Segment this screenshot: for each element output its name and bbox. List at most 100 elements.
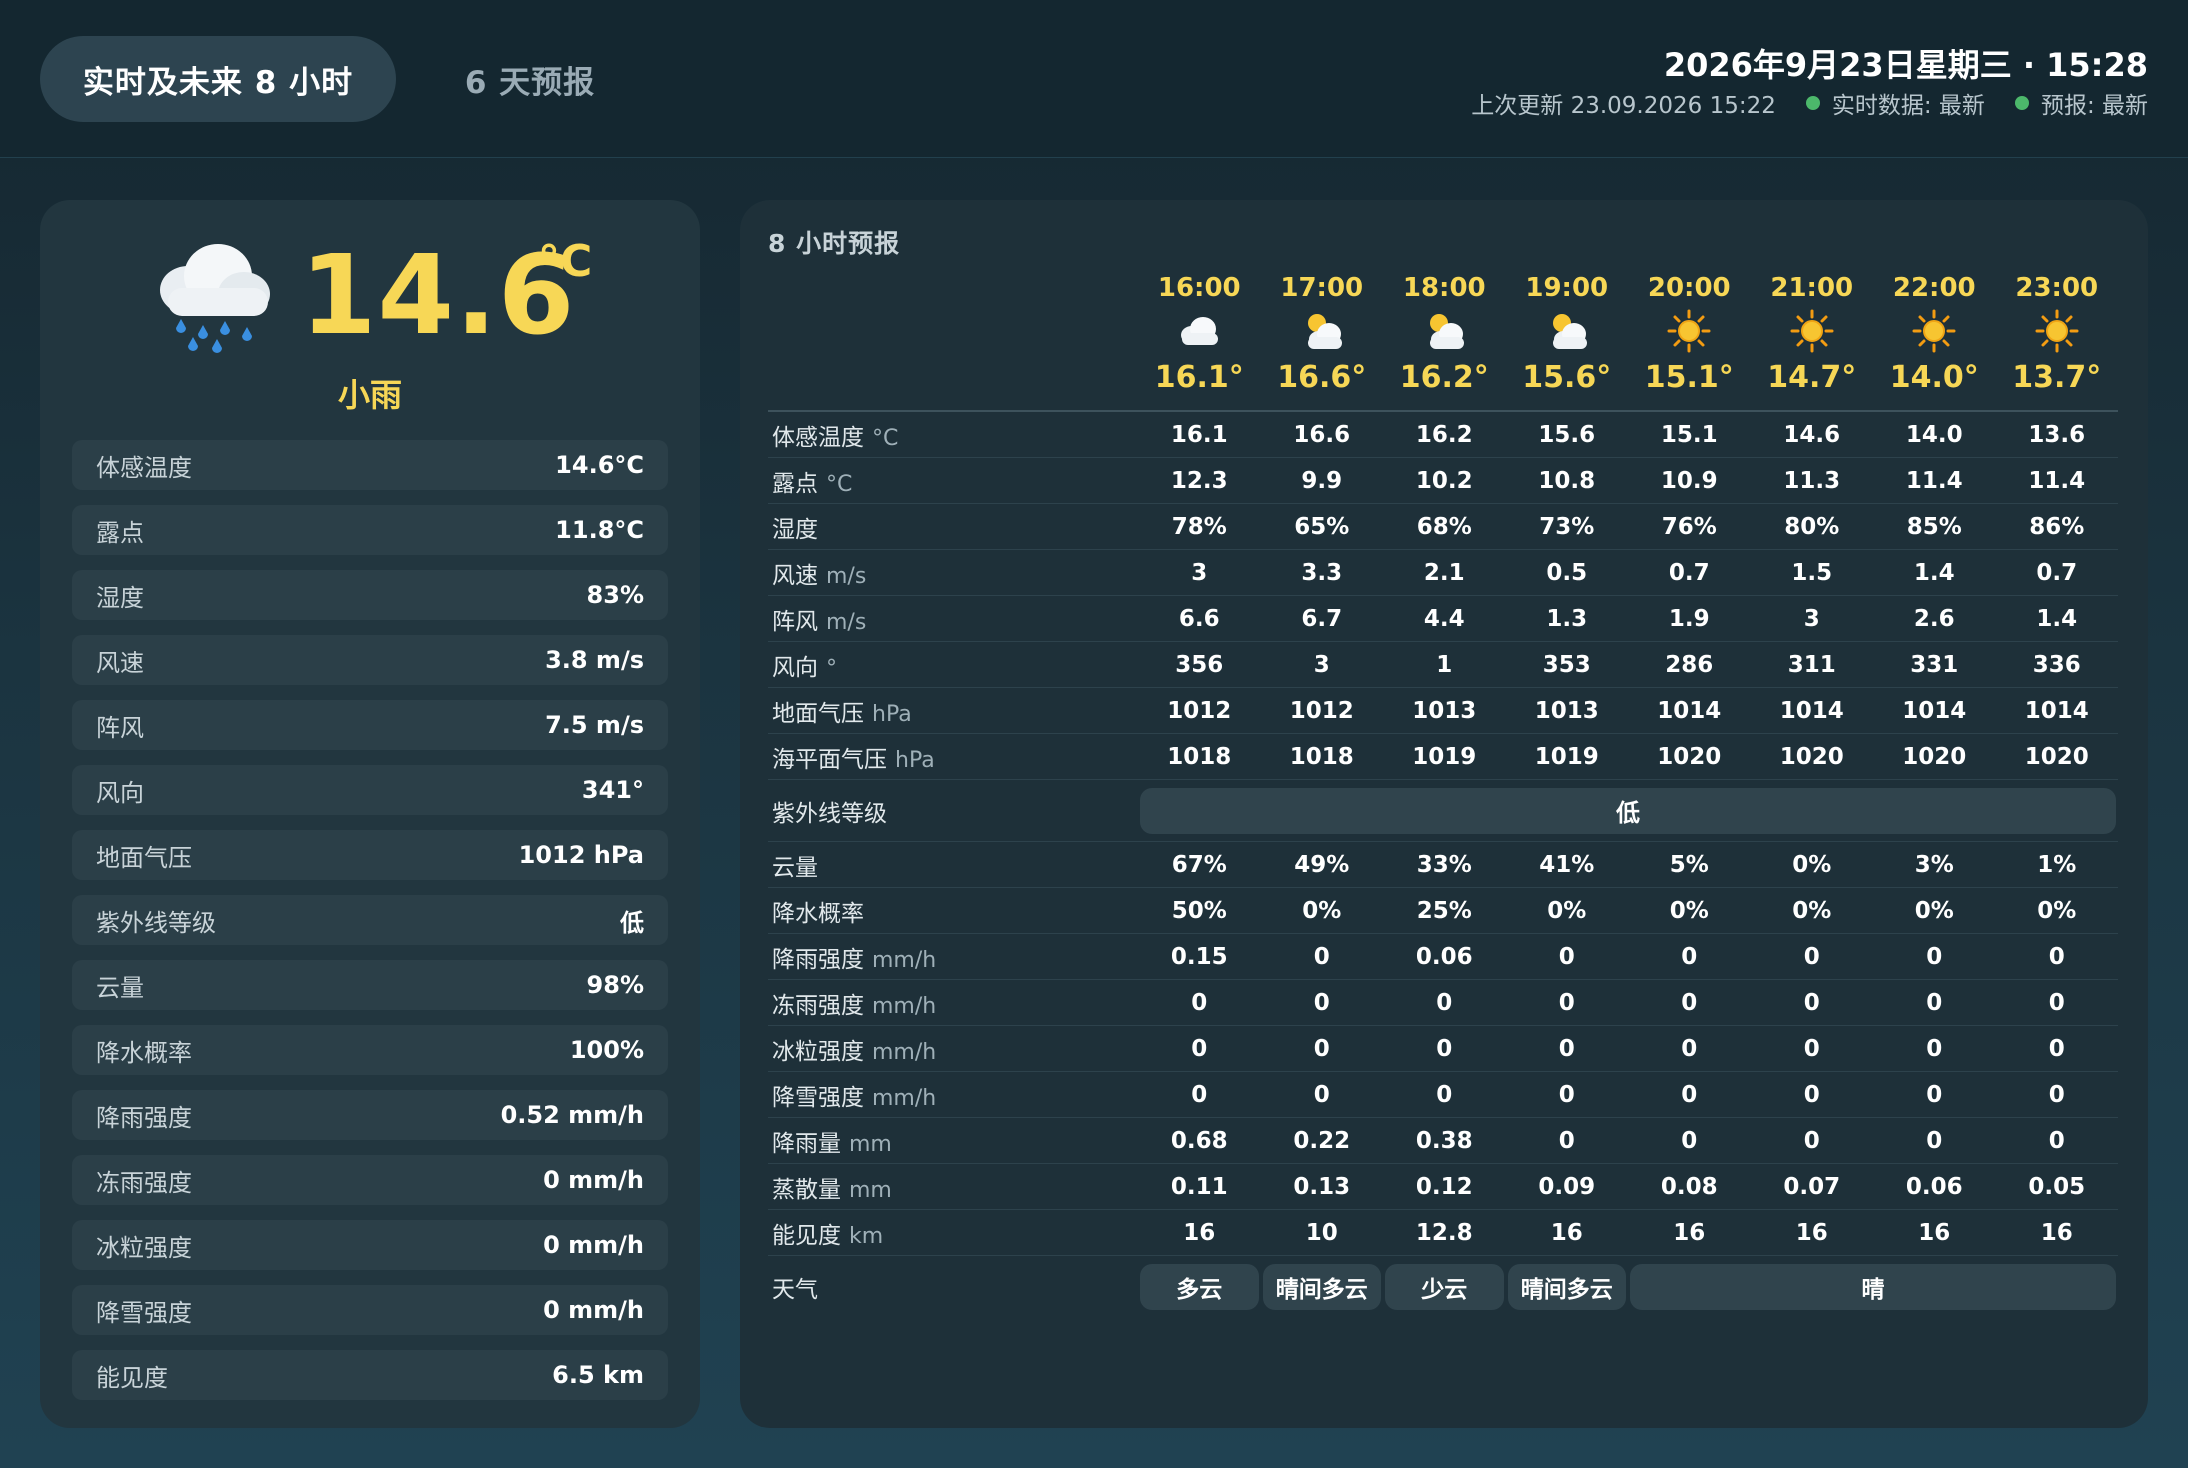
- current-conditions-card: 14.6 °C 小雨 体感温度 14.6°C 露点 11.8°C 湿度 83% 风速 3.8 …: [40, 200, 700, 1428]
- table-cell: 1020: [1779, 743, 1844, 770]
- table-cell: 1020: [2024, 743, 2089, 770]
- table-cell: 0: [1313, 989, 1330, 1016]
- realtime-status-dot-icon: [1805, 96, 1820, 110]
- table-cell: 0%: [1302, 897, 1342, 924]
- weather-pill: 晴间多云: [1262, 1264, 1381, 1310]
- tab-realtime[interactable]: 实时及未来 8 小时: [40, 36, 396, 122]
- current-metric-row: 紫外线等级 低: [72, 895, 668, 945]
- hour-temperature: 16.1°: [1154, 360, 1244, 395]
- table-cell: 0: [1681, 943, 1698, 970]
- row-unit: km: [849, 1223, 884, 1249]
- forecast-row: 降水概率 50% 0% 25% 0% 0% 0% 0% 0%: [768, 888, 2118, 934]
- current-metric-row: 能见度 6.5 km: [72, 1350, 668, 1400]
- table-cell: 0: [1313, 943, 1330, 970]
- table-cell: 50%: [1171, 897, 1227, 924]
- row-unit: m/s: [826, 609, 867, 635]
- metric-value: 0 mm/h: [543, 1296, 644, 1324]
- table-cell: 0: [1803, 1035, 1820, 1062]
- table-cell: 11.4: [2028, 467, 2086, 494]
- table-cell: 1020: [1657, 743, 1722, 770]
- forecast-row: 冰粒强度 mm/h 0 0 0 0 0 0 0 0: [768, 1026, 2118, 1072]
- table-cell: 356: [1175, 651, 1224, 678]
- table-cell: 0: [1191, 989, 1208, 1016]
- hour-temperature: 16.2°: [1399, 360, 1489, 395]
- table-cell: 0.12: [1415, 1173, 1473, 1200]
- table-cell: 0: [1558, 943, 1575, 970]
- tab-6day-forecast[interactable]: 6 天预报: [440, 36, 620, 122]
- metric-value: 0.52 mm/h: [500, 1101, 644, 1129]
- hour-temperature: 15.1°: [1644, 360, 1734, 395]
- table-cell: 0: [1681, 1127, 1698, 1154]
- table-cell: 14.0: [1905, 421, 1963, 448]
- current-metric-row: 风速 3.8 m/s: [72, 635, 668, 685]
- forecast-row: 降雨强度 mm/h 0.15 0 0.06 0 0 0 0 0: [768, 934, 2118, 980]
- row-label-text: 冰粒强度: [772, 1038, 864, 1065]
- table-cell: 1019: [1534, 743, 1599, 770]
- table-cell: 16.1: [1170, 421, 1228, 448]
- table-cell: 1014: [1657, 697, 1722, 724]
- hour-time: 18:00: [1402, 273, 1486, 303]
- row-unit: hPa: [895, 747, 935, 773]
- table-cell: 0.06: [1905, 1173, 1963, 1200]
- hour-time: 20:00: [1647, 273, 1731, 303]
- current-metrics-list: 体感温度 14.6°C 露点 11.8°C 湿度 83% 风速 3.8 m/s 阵风 7.5 m/…: [72, 440, 668, 1415]
- forecast-row: 风速 m/s 3 3.3 2.1 0.5 0.7 1.5 1.4 0.7: [768, 550, 2118, 596]
- row-label-text: 紫外线等级: [772, 800, 887, 827]
- row-unit: °: [826, 655, 837, 681]
- row-unit: mm/h: [872, 947, 937, 973]
- table-cell: 16: [1550, 1219, 1583, 1246]
- table-cell: 12.3: [1170, 467, 1228, 494]
- hour-time: 19:00: [1525, 273, 1609, 303]
- table-cell: 1012: [1167, 697, 1232, 724]
- table-cell: 0: [1436, 1081, 1453, 1108]
- table-cell: 2.1: [1423, 559, 1465, 586]
- table-cell: 0: [1926, 989, 1943, 1016]
- table-cell: 0.11: [1170, 1173, 1228, 1200]
- table-cell: 86%: [2029, 513, 2085, 540]
- last-update-text: 上次更新 23.09.2026 15:22: [1471, 93, 1776, 119]
- metric-label: 阵风: [96, 713, 144, 742]
- forecast-status-dot-icon: [2014, 96, 2029, 110]
- table-cell: 0.06: [1415, 943, 1473, 970]
- table-cell: 6.7: [1301, 605, 1343, 632]
- row-label: 湿度: [768, 510, 1138, 544]
- metric-label: 风向: [96, 778, 144, 807]
- forecast-row: 海平面气压 hPa 1018 1018 1019 1019 1020 1020 1020 1020: [768, 734, 2118, 780]
- row-unit: °C: [872, 425, 899, 451]
- current-temperature: 14.6: [300, 231, 576, 359]
- sun-icon: [1996, 308, 2119, 354]
- table-cell: 1.4: [2036, 605, 2078, 632]
- current-metric-row: 湿度 83%: [72, 570, 668, 620]
- current-datetime: 2026年9月23日星期三 · 15:28: [1663, 46, 2148, 84]
- uv-level-pill: 低: [1140, 787, 2116, 834]
- table-cell: 0.68: [1170, 1127, 1228, 1154]
- current-metric-row: 降雪强度 0 mm/h: [72, 1285, 668, 1335]
- table-cell: 1014: [1902, 697, 1967, 724]
- table-cell: 68%: [1416, 513, 1472, 540]
- table-cell: 0: [1926, 943, 1943, 970]
- metric-label: 湿度: [96, 583, 144, 612]
- hour-time: 17:00: [1280, 273, 1364, 303]
- hour-time: 23:00: [2015, 273, 2099, 303]
- metric-value: 100%: [569, 1036, 644, 1064]
- table-cell: 0: [1803, 1081, 1820, 1108]
- row-label-text: 湿度: [772, 516, 818, 543]
- table-cell: 1013: [1534, 697, 1599, 724]
- table-cell: 0: [1313, 1035, 1330, 1062]
- current-metric-row: 地面气压 1012 hPa: [72, 830, 668, 880]
- table-cell: 0: [1926, 1081, 1943, 1108]
- table-cell: 16: [1673, 1219, 1706, 1246]
- table-cell: 0.08: [1660, 1173, 1718, 1200]
- metric-label: 冻雨强度: [96, 1168, 192, 1197]
- table-cell: 1.3: [1546, 605, 1588, 632]
- uv-row: 紫外线等级 低: [768, 780, 2118, 842]
- row-label-text: 蒸散量: [772, 1176, 841, 1203]
- forecast-row: 露点 °C 12.3 9.9 10.2 10.8 10.9 11.3 11.4 11.4: [768, 458, 2118, 504]
- forecast-row: 冻雨强度 mm/h 0 0 0 0 0 0 0 0: [768, 980, 2118, 1026]
- table-cell: 16: [1918, 1219, 1951, 1246]
- table-cell: 11.4: [1905, 467, 1963, 494]
- row-label-text: 海平面气压: [772, 746, 887, 773]
- table-cell: 2.6: [1913, 605, 1955, 632]
- table-cell: 3: [1191, 559, 1208, 586]
- row-label-text: 冻雨强度: [772, 992, 864, 1019]
